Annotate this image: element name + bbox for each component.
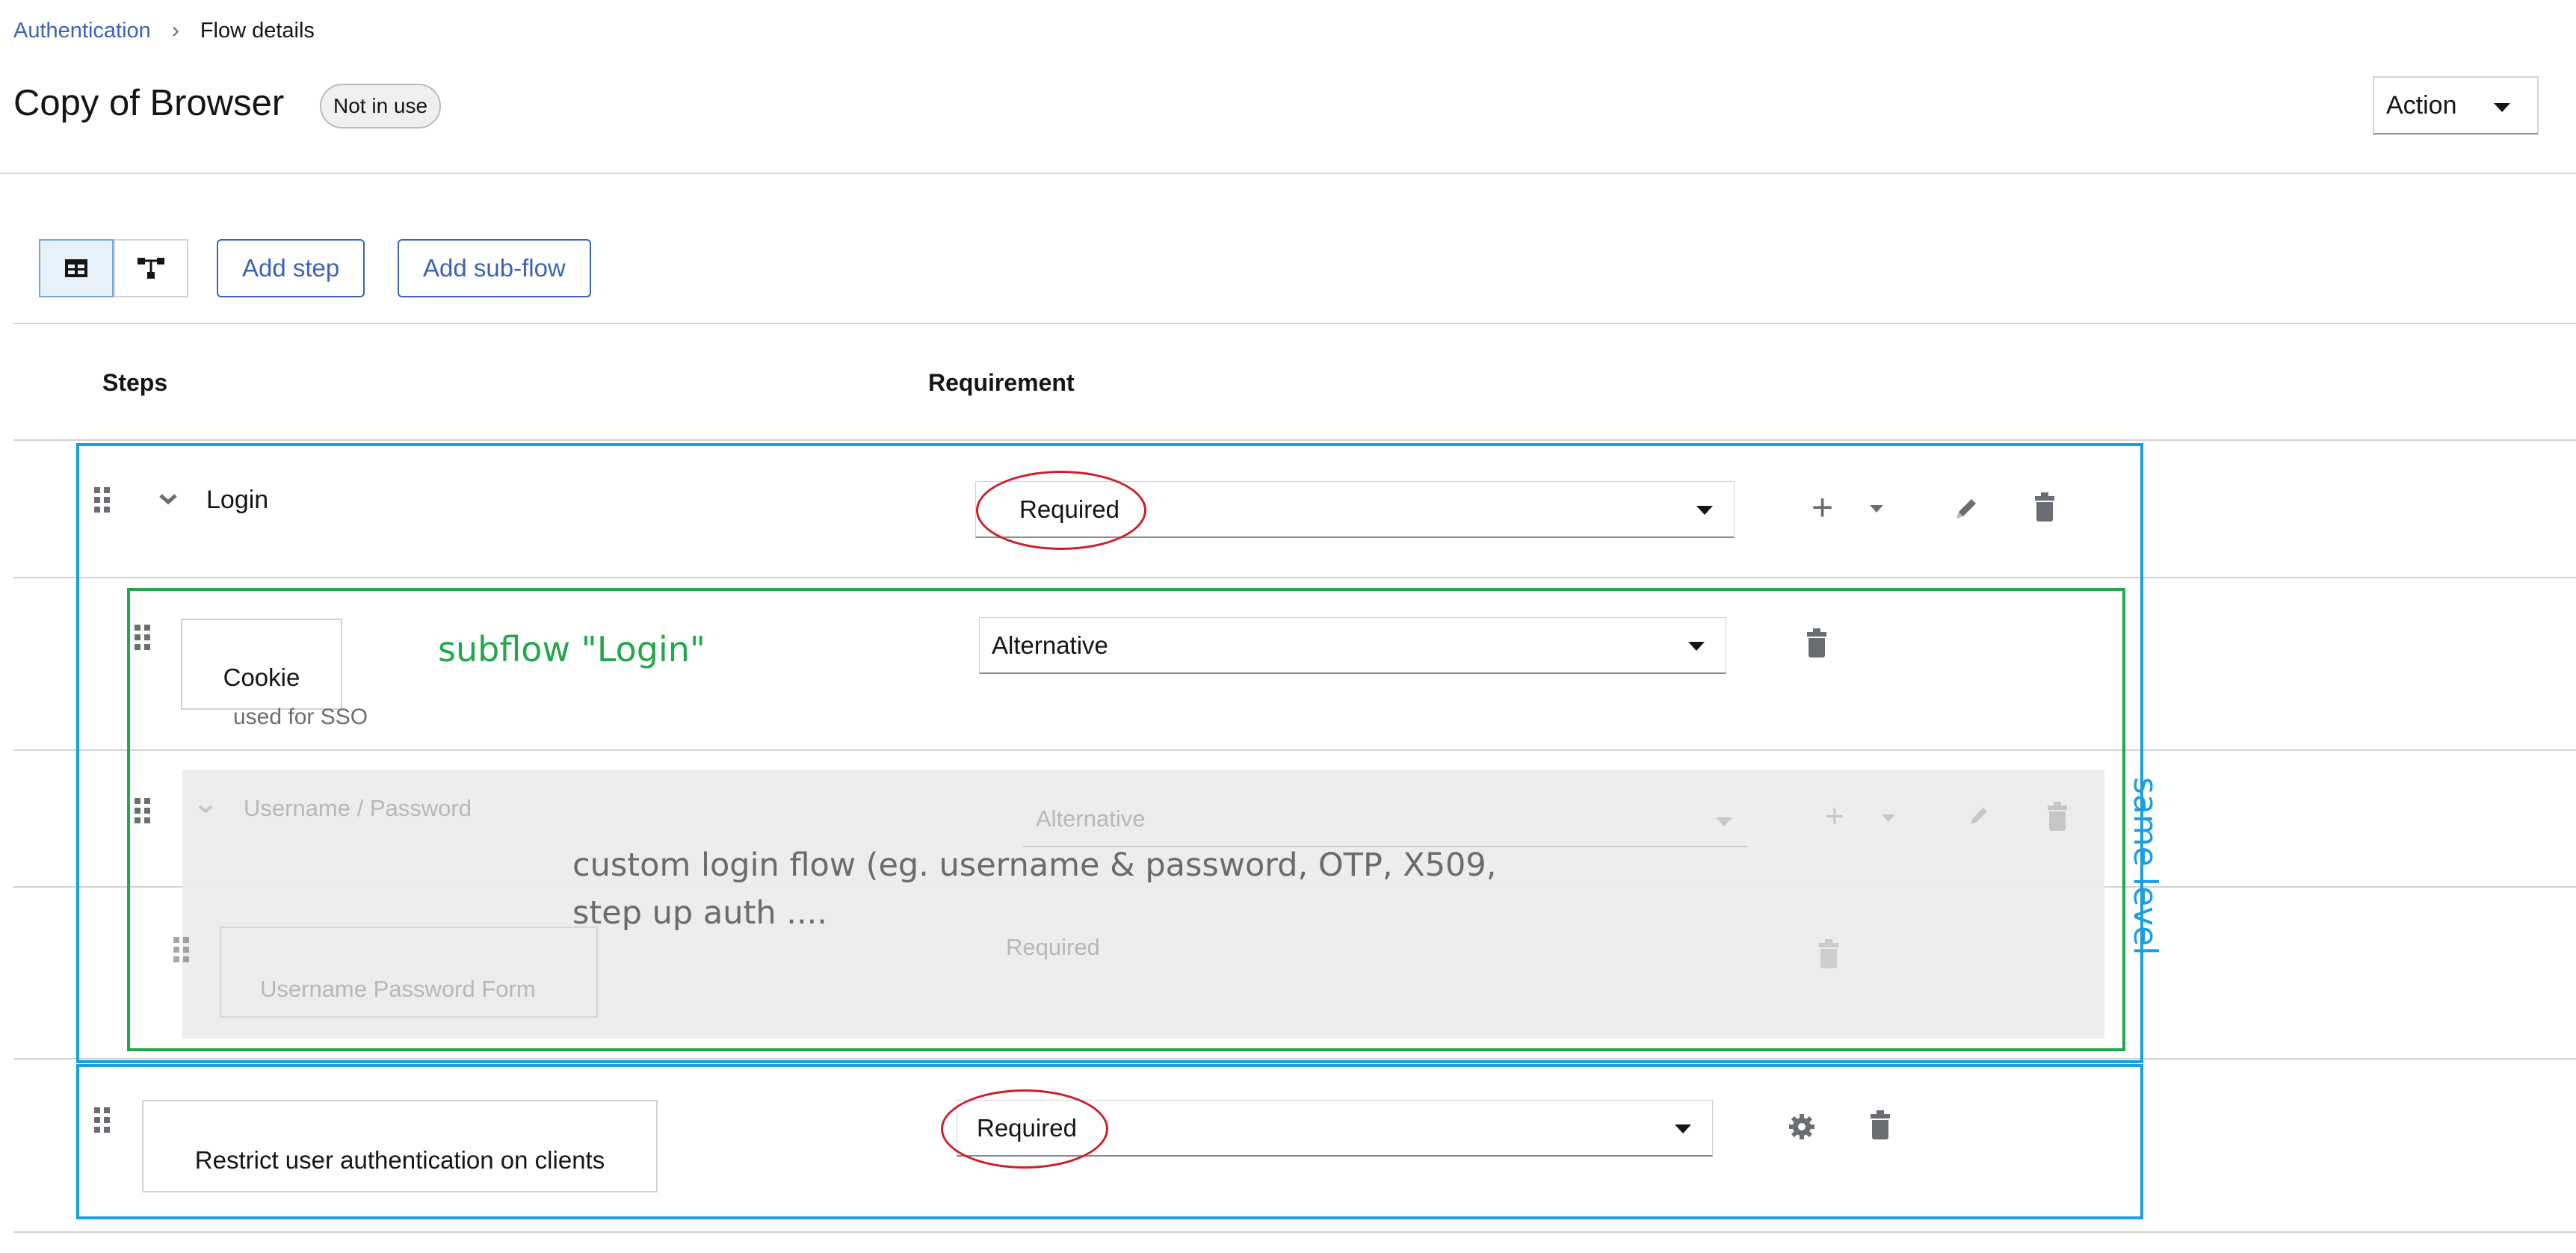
table-view-button[interactable] [39, 239, 114, 297]
action-dropdown[interactable]: Action [2373, 76, 2539, 134]
table-icon [65, 259, 87, 277]
row-divider [13, 1231, 2576, 1233]
breadcrumb-link-authentication[interactable]: Authentication [13, 19, 151, 43]
table-header-divider [13, 439, 2576, 441]
breadcrumb-current: Flow details [200, 18, 315, 43]
column-header-requirement: Requirement [928, 369, 1075, 396]
view-toggle [39, 239, 188, 297]
annotation-frame-subflow [127, 588, 2125, 1051]
add-step-button[interactable]: Add step [217, 239, 365, 297]
annotation-ellipse [941, 1089, 1108, 1169]
chevron-right-icon: › [171, 18, 179, 43]
status-badge: Not in use [320, 84, 442, 129]
page-title: Copy of Browser [13, 83, 285, 123]
annotation-ellipse [976, 471, 1146, 550]
flow-diagram-icon [138, 258, 164, 279]
breadcrumb: Authentication › Flow details [13, 18, 315, 43]
toolbar-divider [13, 323, 2576, 324]
caret-down-icon [2494, 103, 2510, 112]
header-divider [0, 173, 2576, 174]
annotation-frame-restrict [76, 1064, 2143, 1219]
add-subflow-button[interactable]: Add sub-flow [398, 239, 591, 297]
diagram-view-button[interactable] [114, 239, 188, 297]
action-label: Action [2386, 90, 2457, 120]
annotation-same-level: same level [2126, 777, 2164, 956]
annotation-subflow-label: subflow "Login" [438, 629, 706, 669]
column-header-steps: Steps [102, 369, 168, 396]
